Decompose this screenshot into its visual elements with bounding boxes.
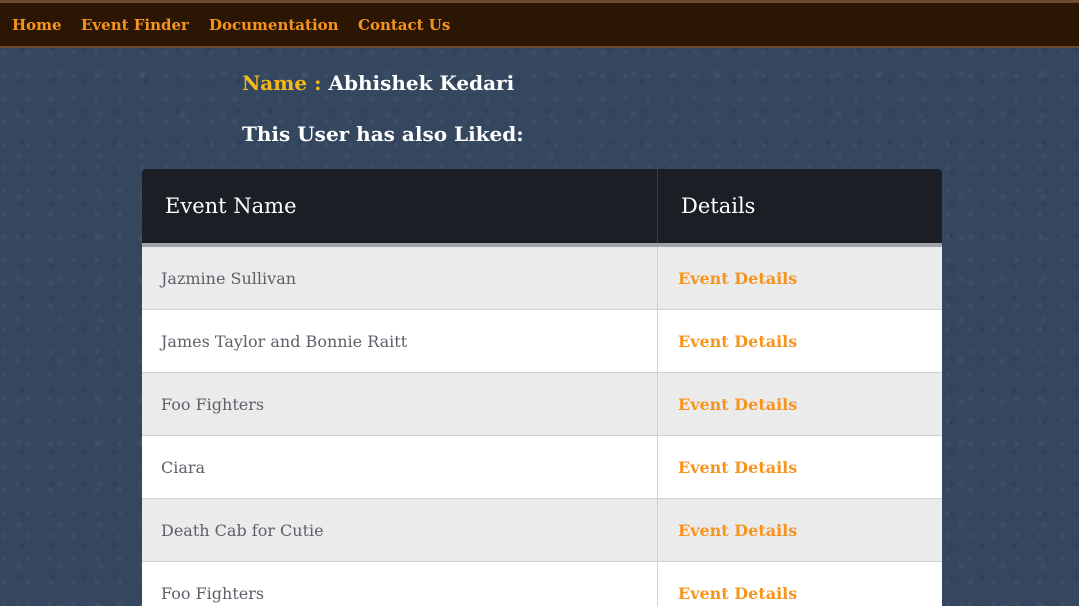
event-details-link[interactable]: Event Details bbox=[658, 499, 942, 561]
nav-contact-us-link[interactable]: Contact Us bbox=[358, 16, 450, 34]
liked-events-heading: This User has also Liked: bbox=[242, 122, 524, 146]
table-row: Foo Fighters Event Details bbox=[142, 373, 942, 436]
event-details-link[interactable]: Event Details bbox=[658, 310, 942, 372]
event-details-link[interactable]: Event Details bbox=[658, 373, 942, 435]
liked-events-table: Event Name Details Jazmine Sullivan Even… bbox=[142, 169, 942, 606]
nav-event-finder-link[interactable]: Event Finder bbox=[81, 16, 189, 34]
table-header: Event Name Details bbox=[142, 169, 942, 247]
event-details-link[interactable]: Event Details bbox=[658, 562, 942, 606]
event-name-cell: Death Cab for Cutie bbox=[142, 499, 658, 561]
table-row: Jazmine Sullivan Event Details bbox=[142, 247, 942, 310]
event-details-link[interactable]: Event Details bbox=[658, 247, 942, 309]
table-row: Ciara Event Details bbox=[142, 436, 942, 499]
event-name-cell: Foo Fighters bbox=[142, 373, 658, 435]
event-name-cell: Jazmine Sullivan bbox=[142, 247, 658, 309]
event-name-cell: Ciara bbox=[142, 436, 658, 498]
user-name-label: Name : bbox=[242, 71, 322, 95]
top-navbar: Home Event Finder Documentation Contact … bbox=[0, 0, 1079, 48]
user-name-line: Name : Abhishek Kedari bbox=[242, 71, 514, 95]
table-row: Death Cab for Cutie Event Details bbox=[142, 499, 942, 562]
event-name-cell: James Taylor and Bonnie Raitt bbox=[142, 310, 658, 372]
event-name-cell: Foo Fighters bbox=[142, 562, 658, 606]
nav-documentation-link[interactable]: Documentation bbox=[209, 16, 339, 34]
event-details-link[interactable]: Event Details bbox=[658, 436, 942, 498]
table-row: James Taylor and Bonnie Raitt Event Deta… bbox=[142, 310, 942, 373]
user-name-value: Abhishek Kedari bbox=[328, 71, 515, 95]
nav-home-link[interactable]: Home bbox=[12, 16, 62, 34]
column-header-event-name: Event Name bbox=[142, 169, 658, 243]
table-row: Foo Fighters Event Details bbox=[142, 562, 942, 606]
column-header-details: Details bbox=[681, 194, 756, 218]
